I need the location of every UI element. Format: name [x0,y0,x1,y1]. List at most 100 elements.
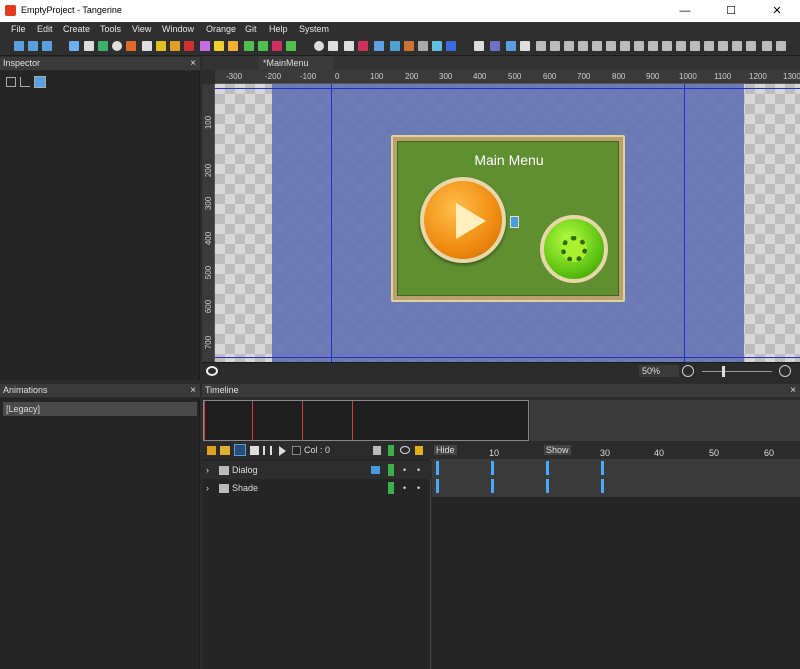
lock-icon[interactable] [415,446,423,455]
split-icon[interactable] [263,446,272,455]
node-icon[interactable] [418,41,428,51]
lock-all-icon[interactable] [373,446,381,455]
center-h-icon[interactable] [648,41,658,51]
timeline-row-shade[interactable]: › Shade • • [203,479,431,497]
widget-icon[interactable] [69,41,79,51]
animation-legacy-item[interactable]: [Legacy] [3,402,197,416]
zoom-out-icon[interactable] [682,365,694,377]
star-icon[interactable] [170,41,180,51]
align-center-icon[interactable] [550,41,560,51]
tab-mainmenu[interactable]: *MainMenu [259,56,333,70]
dots-icon[interactable] [520,41,530,51]
key-icon[interactable] [207,446,216,455]
visibility-all-icon[interactable] [400,446,410,454]
align-middle-icon[interactable] [592,41,602,51]
align-right-icon[interactable] [564,41,574,51]
font-icon[interactable] [228,41,238,51]
menu-orange[interactable]: Orange [206,24,236,34]
text-box-icon[interactable] [474,41,484,51]
marker-show[interactable]: Show [544,445,571,455]
zoom-slider-track[interactable] [702,371,772,372]
inspector-close-icon[interactable]: × [190,57,196,70]
bones-icon[interactable] [374,41,384,51]
inspector-grid-icon[interactable] [6,77,16,87]
menu-file[interactable]: File [11,24,26,34]
curve-mode-icon[interactable] [234,444,246,456]
polyline-icon[interactable] [286,41,296,51]
menu-create[interactable]: Create [63,24,90,34]
row-lock-dot[interactable]: • [417,479,420,497]
stop-icon[interactable] [292,446,301,455]
size-v-icon[interactable] [718,41,728,51]
brush-icon[interactable] [156,41,166,51]
frame-icon[interactable] [126,41,136,51]
keyframe[interactable] [436,461,439,475]
pivot-icon[interactable] [732,41,742,51]
grid-icon[interactable] [244,41,254,51]
animations-close-icon[interactable]: × [190,384,196,397]
circle-icon[interactable] [112,41,122,51]
row-lock-dot[interactable]: • [417,461,420,479]
select-rect-icon[interactable] [272,41,282,51]
inspector-curve-icon[interactable] [20,77,30,87]
center-v-icon[interactable] [662,41,672,51]
row-color-icon[interactable] [388,482,394,494]
text-icon[interactable] [214,41,224,51]
undo-icon[interactable] [14,41,24,51]
space-h-icon[interactable] [676,41,686,51]
play-timeline-icon[interactable] [279,446,286,456]
particle-icon[interactable] [390,41,400,51]
keyframe[interactable] [546,479,549,493]
image-icon[interactable] [98,41,108,51]
menu-help[interactable]: Help [269,24,288,34]
play-button[interactable] [420,177,506,263]
keyframe[interactable] [601,461,604,475]
visibility-eye-icon[interactable] [206,366,218,376]
expand-chevron-icon[interactable]: › [206,461,209,479]
timeline-close-icon[interactable]: × [790,384,796,397]
distribute-v-icon[interactable] [634,41,644,51]
marker-hide[interactable]: Hide [434,445,457,455]
model-icon[interactable] [200,41,210,51]
inspector-node-icon[interactable] [34,76,46,88]
timeline-row-dialog[interactable]: › Dialog • • [203,461,431,479]
align-left-icon[interactable] [536,41,546,51]
expand-chevron-icon[interactable]: › [206,479,209,497]
pointer-icon[interactable] [446,41,456,51]
more-tools-icon[interactable] [776,41,786,51]
row-color-icon[interactable] [388,464,394,476]
image-alt-icon[interactable] [344,41,354,51]
row-visibility-dot[interactable]: • [403,479,406,497]
timeline-overview[interactable] [203,400,529,441]
menu-window[interactable]: Window [162,24,194,34]
splitter-icon[interactable] [184,41,194,51]
align-top-icon[interactable] [578,41,588,51]
row-visibility-dot[interactable]: • [403,461,406,479]
menu-edit[interactable]: Edit [37,24,53,34]
menu-tools[interactable]: Tools [100,24,121,34]
fit-icon[interactable] [746,41,756,51]
mountain-icon[interactable] [328,41,338,51]
folder-icon[interactable] [220,446,230,455]
gear-icon[interactable] [314,41,324,51]
keyframe[interactable] [491,461,494,475]
keyframe[interactable] [546,461,549,475]
distribute-h-icon[interactable] [620,41,630,51]
emitter-icon[interactable] [404,41,414,51]
size-h-icon[interactable] [704,41,714,51]
minimize-button[interactable]: — [662,0,708,22]
timeline-ruler[interactable]: Hide 10 Show 30 40 50 60 [432,443,800,459]
scene-canvas[interactable]: Main Menu [215,84,800,362]
frame-select-icon[interactable] [762,41,772,51]
text-widget-icon[interactable] [84,41,94,51]
movie-icon[interactable] [358,41,368,51]
grid-alt-icon[interactable] [258,41,268,51]
main-menu-dialog[interactable]: Main Menu [391,135,625,302]
keyframe[interactable] [436,479,439,493]
refresh-icon[interactable] [42,41,52,51]
space-v-icon[interactable] [690,41,700,51]
link-icon[interactable] [490,41,500,51]
menu-git[interactable]: Git [245,24,257,34]
sphere-icon[interactable] [432,41,442,51]
keyframe[interactable] [601,479,604,493]
